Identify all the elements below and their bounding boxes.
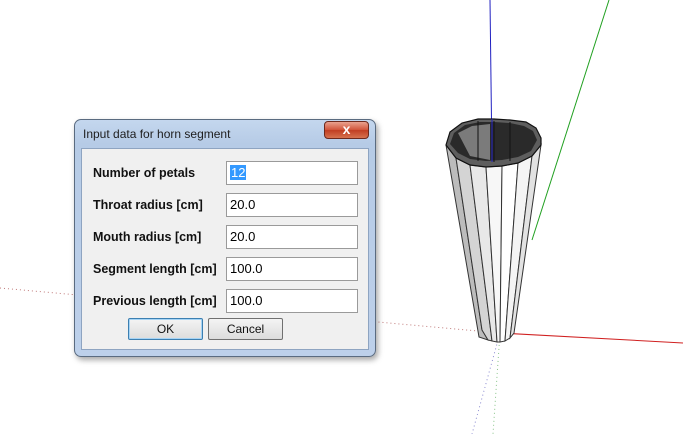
red-axis [499,332,683,344]
horn-model [445,118,542,343]
throat-radius-input[interactable]: 20.0 [226,193,358,217]
number-of-petals-label: Number of petals [93,166,196,180]
horn-segment-dialog: Input data for horn segment x Number of … [74,119,376,357]
field-row-throat-radius: Throat radius [cm] 20.0 [82,193,368,217]
dialog-body: Number of petals 12 Throat radius [cm] 2… [81,148,369,350]
mouth-radius-input[interactable]: 20.0 [226,225,358,249]
field-row-previous-length: Previous length [cm] 100.0 [82,289,368,313]
field-row-number-of-petals: Number of petals 12 [82,161,368,185]
throat-radius-label: Throat radius [cm] [93,198,203,212]
dialog-title: Input data for horn segment [83,127,231,141]
green-axis-negative [492,332,501,434]
segment-length-input[interactable]: 100.0 [226,257,358,281]
number-of-petals-input[interactable]: 12 [226,161,358,185]
blue-axis-negative [471,332,501,434]
cancel-button[interactable]: Cancel [208,318,283,340]
segment-length-label: Segment length [cm] [93,262,217,276]
dialog-titlebar[interactable]: Input data for horn segment x [75,120,375,147]
ok-button[interactable]: OK [128,318,203,340]
previous-length-label: Previous length [cm] [93,294,217,308]
field-row-segment-length: Segment length [cm] 100.0 [82,257,368,281]
close-button[interactable]: x [324,121,369,139]
previous-length-input[interactable]: 100.0 [226,289,358,313]
close-icon: x [342,121,351,137]
green-axis [531,0,610,241]
number-of-petals-value: 12 [230,165,247,180]
field-row-mouth-radius: Mouth radius [cm] 20.0 [82,225,368,249]
mouth-radius-label: Mouth radius [cm] [93,230,202,244]
